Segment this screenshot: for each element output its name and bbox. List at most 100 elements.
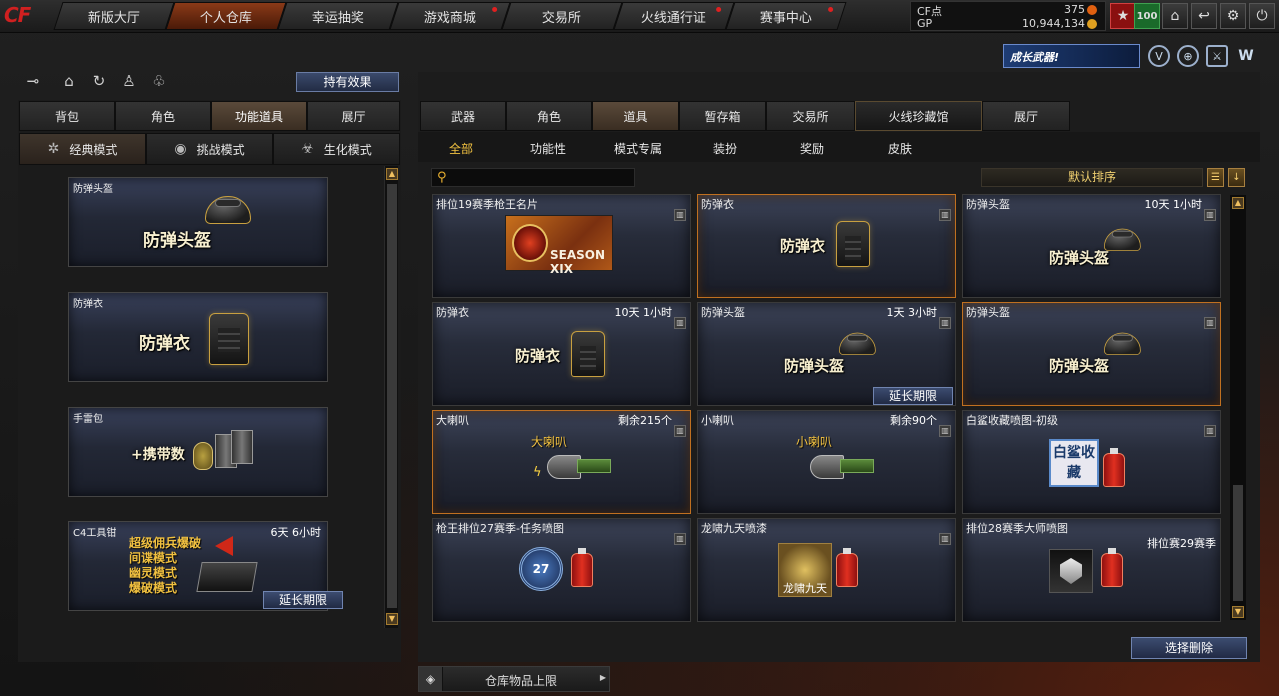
search-input[interactable]: ⚲ (431, 168, 635, 187)
scroll-thumb[interactable] (1233, 485, 1243, 601)
item-name: 手雷包 (73, 414, 103, 425)
sort-dropdown[interactable]: 默认排序 (981, 168, 1203, 187)
trash-icon[interactable]: ▥ (1204, 425, 1216, 437)
left-item-card[interactable]: 手雷包 +携带数 (68, 407, 328, 497)
trash-icon[interactable]: ▥ (939, 533, 951, 545)
subtab-rewards[interactable]: 奖励 (800, 140, 824, 157)
left-item-card[interactable]: C4工具钳 6天 6小时 超级佣兵爆破 间谍模式 幽灵模式 爆破模式 延长期限 (68, 521, 343, 611)
nav-tab-events[interactable]: 赛事中心 (725, 2, 847, 30)
crosshair-icon[interactable]: ⊕ (1177, 45, 1199, 67)
tab-collection[interactable]: 火线珍藏馆 (855, 101, 982, 131)
item-card[interactable]: 防弹衣 10天 1小时 ▥ 防弹衣 (432, 302, 691, 406)
select-delete-button[interactable]: 选择删除 (1131, 637, 1247, 659)
mode-tab-challenge[interactable]: ◉ 挑战模式 (146, 133, 273, 165)
wing-icon[interactable]: W (1235, 45, 1257, 67)
item-card[interactable]: 大喇叭 剩余215个 ▥ 大喇叭 ϟ (432, 410, 691, 514)
vest-image (209, 313, 249, 365)
trash-icon[interactable]: ▥ (1204, 209, 1216, 221)
right-scrollbar[interactable]: ▲ ▼ (1230, 195, 1246, 620)
shield-icon[interactable]: V (1148, 45, 1170, 67)
subtab-cosmetic[interactable]: 装扮 (713, 140, 737, 157)
item-card[interactable]: 排位19赛季枪王名片 ▥ SEASON XIX (432, 194, 691, 298)
scroll-down-icon[interactable]: ▼ (386, 613, 398, 625)
subtab-mode-exclusive[interactable]: 模式专属 (614, 140, 662, 157)
scroll-up-icon[interactable]: ▲ (1232, 197, 1244, 209)
gear-icon[interactable]: ⚙ (1220, 3, 1246, 29)
trash-icon[interactable]: ▥ (674, 317, 686, 329)
item-time: 10天 1小时 (1144, 198, 1203, 211)
trash-icon[interactable]: ▥ (1204, 317, 1216, 329)
trash-icon[interactable]: ▥ (939, 425, 951, 437)
scroll-up-icon[interactable]: ▲ (386, 168, 398, 180)
item-art-label: 防弹衣 (780, 237, 826, 255)
rank-chevron-icon[interactable]: ⌂ (1162, 3, 1188, 29)
nav-tab-lobby[interactable]: 新版大厅 (53, 2, 175, 30)
tab-showroom[interactable]: 展厅 (307, 101, 400, 131)
item-card[interactable]: 小喇叭 剩余90个 ▥ 小喇叭 (697, 410, 956, 514)
subtab-skins[interactable]: 皮肤 (888, 140, 912, 157)
key-icon[interactable]: ⊸ (22, 72, 44, 92)
back-arrow-icon[interactable]: ↩ (1191, 3, 1217, 29)
power-icon[interactable]: ⏻ (1249, 3, 1275, 29)
trash-icon[interactable]: ▥ (939, 317, 951, 329)
nav-tab-exchange[interactable]: 交易所 (501, 2, 623, 30)
tab-weapons[interactable]: 武器 (420, 101, 506, 131)
nav-tab-shop[interactable]: 游戏商城 (389, 2, 511, 30)
trash-icon[interactable]: ▥ (674, 533, 686, 545)
nav-tab-warehouse[interactable]: 个人仓库 (165, 2, 287, 30)
chevron-right-icon: ▶ (599, 673, 606, 682)
item-card[interactable]: 排位28赛季大师喷图 排位赛29赛季 (962, 518, 1221, 622)
item-time: 剩余90个 (890, 414, 937, 427)
trash-icon[interactable]: ▥ (674, 425, 686, 437)
mode-tab-zombie[interactable]: ☣ 生化模式 (273, 133, 400, 165)
refresh-icon[interactable]: ↻ (88, 72, 110, 92)
nav-tab-lottery[interactable]: 幸运抽奖 (277, 2, 399, 30)
scroll-down-icon[interactable]: ▼ (1232, 606, 1244, 618)
item-card[interactable]: 枪王排位27赛季-任务喷图 ▥ 27 (432, 518, 691, 622)
bag-icon[interactable]: ♧ (148, 72, 170, 92)
level-badge[interactable]: 100 (1134, 3, 1160, 29)
item-name: 枪王排位27赛季-任务喷图 (436, 522, 564, 535)
subtab-all[interactable]: 全部 (449, 140, 473, 157)
item-card[interactable]: 龙啸九天喷漆 ▥ 龙啸九天 (697, 518, 956, 622)
rank-icon[interactable]: ★ (1110, 3, 1136, 29)
extend-button[interactable]: 延长期限 (873, 387, 953, 405)
tab-characters[interactable]: 角色 (506, 101, 592, 131)
grow-weapon-banner[interactable]: 成长武器! (1003, 44, 1140, 68)
tab-exchange[interactable]: 交易所 (766, 101, 855, 131)
item-card[interactable]: 防弹头盔 ▥ 防弹头盔 (962, 302, 1221, 406)
left-scrollbar[interactable]: ▲ ▼ (384, 166, 398, 628)
item-card[interactable]: 防弹头盔 1天 3小时 ▥ 防弹头盔 延长期限 (697, 302, 956, 406)
scroll-thumb[interactable] (387, 184, 397, 608)
stats-icon[interactable]: ⌂ (58, 72, 80, 92)
item-name: 排位19赛季枪王名片 (436, 198, 538, 211)
subtab-functional[interactable]: 功能性 (530, 140, 566, 157)
tab-character[interactable]: 角色 (115, 101, 211, 131)
capacity-bar[interactable]: ◈ 仓库物品上限 ▶ (418, 666, 610, 692)
item-card[interactable]: 白鲨收藏喷图-初级 ▥ 白鲨收藏 (962, 410, 1221, 514)
left-item-card[interactable]: 防弹衣 防弹衣 (68, 292, 328, 382)
item-card[interactable]: 防弹衣 ▥ 防弹衣 (697, 194, 956, 298)
tab-functional-items[interactable]: 功能道具 (211, 101, 307, 131)
item-name: 白鲨收藏喷图-初级 (966, 414, 1058, 427)
list-view-icon[interactable]: ☰ (1207, 168, 1224, 187)
sort-arrow-icon[interactable]: ↓ (1228, 168, 1245, 187)
extend-button[interactable]: 延长期限 (263, 591, 343, 609)
nav-tab-label: 新版大厅 (87, 10, 140, 26)
tab-storage[interactable]: 暂存箱 (679, 101, 766, 131)
tab-backpack[interactable]: 背包 (19, 101, 115, 131)
season-card-image: SEASON XIX (505, 215, 613, 276)
left-item-card[interactable]: 防弹头盔 防弹头盔 (68, 177, 328, 267)
nav-tab-pass[interactable]: 火线通行证 (613, 2, 735, 30)
cf-coin-icon (1087, 5, 1097, 15)
tab-showroom[interactable]: 展厅 (982, 101, 1070, 131)
item-art-label: 大喇叭 (531, 435, 568, 449)
tab-items[interactable]: 道具 (592, 101, 679, 131)
trash-icon[interactable]: ▥ (939, 209, 951, 221)
item-card[interactable]: 防弹头盔 10天 1小时 ▥ 防弹头盔 (962, 194, 1221, 298)
mode-tab-classic[interactable]: ✲ 经典模式 (19, 133, 146, 165)
sword-icon[interactable]: ⚔ (1206, 45, 1228, 67)
trash-icon[interactable]: ▥ (674, 209, 686, 221)
owned-effects-button[interactable]: 持有效果 (296, 72, 399, 92)
figure-icon[interactable]: ♙ (118, 72, 140, 92)
